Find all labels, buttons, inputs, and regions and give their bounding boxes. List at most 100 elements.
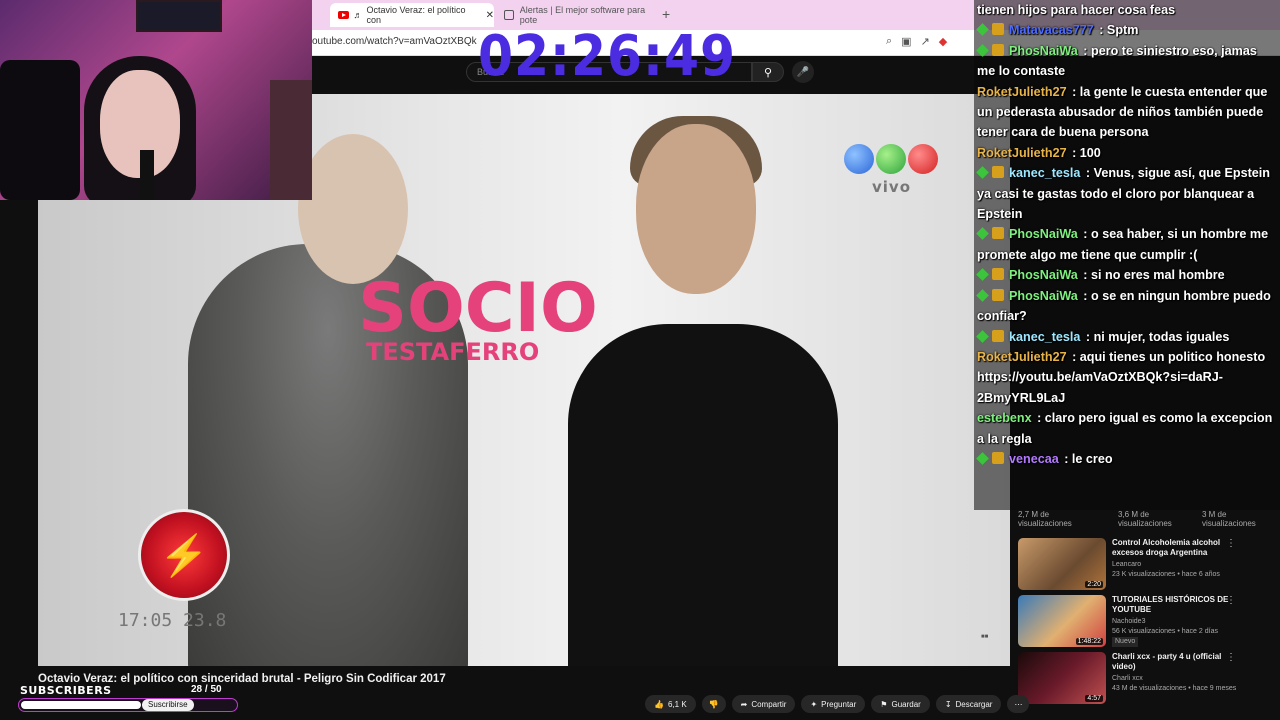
chat-badge-icon — [977, 43, 1007, 56]
chat-username: Matavacas777 — [1009, 23, 1094, 38]
logo-green-ball — [876, 144, 906, 174]
close-icon[interactable]: ✕ — [486, 10, 494, 21]
like-count: 6,1 K — [667, 699, 687, 709]
video-title[interactable]: Charli xcx - party 4 u (official video) — [1112, 652, 1232, 672]
speaker-icon: ♬ — [353, 10, 363, 20]
new-badge: Nuevo — [1112, 637, 1139, 647]
chat-username: PhosNaiWa — [1009, 288, 1078, 303]
logo-text: vivo — [872, 178, 912, 196]
download-button[interactable]: ↧ Descargar — [935, 695, 1002, 713]
mic-icon: 🎤 — [796, 66, 810, 78]
cast-icon[interactable]: ▣ — [901, 35, 911, 48]
sidebar-stats-row: 2,7 M de visualizaciones 3,6 M de visual… — [1014, 510, 1274, 528]
download-label: Descargar — [955, 699, 993, 709]
channel-name[interactable]: Charli xcx — [1112, 674, 1252, 684]
ask-button[interactable]: ✦ Preguntar — [801, 695, 866, 713]
search-icon: ⚲ — [763, 66, 773, 79]
recommended-video[interactable]: 2:20 Control Alcoholemia alcohol excesos… — [1018, 538, 1274, 592]
chat-username: kanec_tesla — [1009, 166, 1081, 181]
more-options-icon[interactable]: ⋮ — [1226, 652, 1236, 663]
chat-text: : ni mujer, todas iguales — [1082, 329, 1230, 344]
video-meta: 43 M de visualizaciones • hace 9 meses — [1112, 685, 1237, 692]
youtube-icon — [338, 11, 350, 19]
subscriber-goal-fill — [21, 701, 141, 709]
chat-badge-icon — [977, 288, 1007, 301]
video-title[interactable]: Control Alcoholemia alcohol excesos drog… — [1112, 538, 1232, 558]
voice-search-button[interactable]: 🎤 — [792, 61, 814, 83]
chat-message: venecaa : le creo — [974, 449, 1280, 469]
logo-red-ball — [908, 144, 938, 174]
search-button[interactable]: ⚲ — [752, 62, 784, 82]
duration-badge: 2:20 — [1085, 581, 1103, 588]
site-icon — [504, 10, 514, 20]
chat-message: PhosNaiWa : si no eres mal hombre — [974, 265, 1280, 285]
chat-badge-icon — [977, 227, 1007, 240]
chair — [0, 60, 80, 200]
new-tab-button[interactable]: + — [662, 6, 670, 22]
microphone-icon — [140, 150, 154, 200]
chat-message: PhosNaiWa : pero te siniestro eso, jamas… — [974, 41, 1280, 82]
chat-message: kanec_tesla : ni mujer, todas iguales — [974, 327, 1280, 347]
video-title[interactable]: TUTORIALES HISTÓRICOS DE YOUTUBE — [1112, 595, 1232, 615]
shelf — [270, 80, 312, 200]
chat-username: RoketJulieth27 — [977, 84, 1067, 99]
chat-overlay: tienen hijos para hacer cosa feas Matavac… — [974, 0, 1280, 510]
chat-username: PhosNaiWa — [1009, 227, 1078, 242]
chat-badge-icon — [977, 451, 1007, 464]
chat-text: : le creo — [1060, 451, 1113, 466]
bookmark-icon: ⚑ — [880, 699, 888, 709]
chat-message: PhosNaiWa : o se en ningun hombre puedo … — [974, 286, 1280, 327]
stream-timer: 02:26:49 — [478, 24, 736, 89]
zoom-icon[interactable]: ⌕ — [886, 35, 892, 48]
extension-icon[interactable]: ◆ — [939, 35, 947, 48]
lightning-badge-icon: ⚡ — [138, 509, 230, 601]
save-label: Guardar — [891, 699, 921, 709]
video-person-right — [568, 324, 838, 666]
subscriber-goal-label: SUBSCRIBERS — [20, 684, 112, 697]
wall-frame — [136, 0, 222, 32]
chat-message: estebenx : claro pero igual es como la e… — [974, 408, 1280, 449]
channel-name[interactable]: Nachoide3 — [1112, 617, 1252, 627]
chat-message: PhosNaiWa : o sea haber, si un hombre me… — [974, 224, 1280, 265]
video-caption-sub: TESTAFERRO — [366, 338, 540, 366]
dislike-button[interactable]: 👎 — [701, 695, 726, 713]
chat-text: : si no eres mal hombre — [1079, 268, 1225, 283]
video-thumbnail[interactable]: 2:20 — [1018, 538, 1106, 590]
chat-username: kanec_tesla — [1009, 329, 1081, 344]
chat-username: RoketJulieth27 — [977, 145, 1067, 160]
duration-badge: 4:57 — [1085, 695, 1103, 702]
channel-name[interactable]: Leancaro — [1112, 560, 1252, 570]
share-button[interactable]: ➦ Compartir — [731, 695, 796, 713]
chat-username: venecaa — [1009, 451, 1059, 466]
chat-username: PhosNaiWa — [1009, 268, 1078, 283]
ask-label: Preguntar — [821, 699, 857, 709]
video-thumbnail[interactable]: 4:57 — [1018, 652, 1106, 704]
like-button[interactable]: 👍 6,1 K — [645, 695, 696, 713]
chat-text: : 100 — [1068, 145, 1101, 160]
tab-youtube-video[interactable]: ♬ Octavio Veraz: el político con ✕ — [330, 3, 494, 27]
video-actions: 👍 6,1 K 👎 ➦ Compartir ✦ Preguntar ⚑ Guar… — [645, 695, 1030, 715]
subscribe-button[interactable]: Suscribirse — [142, 699, 194, 711]
subscriber-goal-bar — [18, 698, 238, 712]
logo-blue-ball — [844, 144, 874, 174]
url-text[interactable]: outube.com/watch?v=amVaOztXBQk — [312, 36, 477, 47]
save-button[interactable]: ⚑ Guardar — [871, 695, 930, 713]
more-options-icon[interactable]: ⋮ — [1226, 595, 1236, 606]
webcam-overlay — [0, 0, 312, 200]
video-caption-main: SOCIO — [358, 269, 598, 348]
video-meta: 56 K visualizaciones • hace 2 días — [1112, 628, 1218, 635]
recommended-video[interactable]: 1:48:22 TUTORIALES HISTÓRICOS DE YOUTUBE… — [1018, 595, 1274, 649]
chat-badge-icon — [977, 268, 1007, 281]
chat-message: Matavacas777 : Sptm — [974, 20, 1280, 40]
subscriber-goal-count: 28 / 50 — [191, 684, 222, 695]
share-arrow-icon: ➦ — [740, 699, 748, 709]
more-options-icon: ⋯ — [1014, 699, 1023, 709]
video-thumbnail[interactable]: 1:48:22 — [1018, 595, 1106, 647]
chat-text: : Sptm — [1095, 23, 1139, 38]
sidebar-stat: 3 M de visualizaciones — [1202, 510, 1256, 528]
recommended-video[interactable]: 4:57 Charli xcx - party 4 u (official vi… — [1018, 652, 1274, 706]
more-actions-button[interactable]: ⋯ — [1007, 695, 1030, 713]
video-meta: 23 K visualizaciones • hace 6 años — [1112, 571, 1220, 578]
more-options-icon[interactable]: ⋮ — [1226, 538, 1236, 549]
share-icon[interactable]: ↗ — [921, 35, 930, 48]
